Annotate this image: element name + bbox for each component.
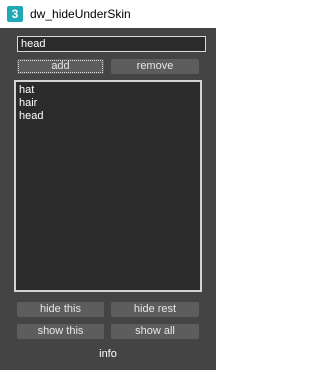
object-name-input[interactable] bbox=[17, 36, 206, 52]
show-all-button[interactable]: show all bbox=[111, 324, 199, 339]
title-bar: 3 dw_hideUnderSkin bbox=[0, 0, 216, 28]
app-icon: 3 bbox=[7, 6, 23, 22]
list-item[interactable]: hair bbox=[18, 97, 198, 110]
window-title: dw_hideUnderSkin bbox=[30, 7, 131, 21]
hide-rest-button[interactable]: hide rest bbox=[111, 302, 199, 317]
list-item[interactable]: hat bbox=[18, 84, 198, 97]
info-label: info bbox=[99, 348, 117, 360]
show-this-button[interactable]: show this bbox=[17, 324, 104, 339]
hide-this-button[interactable]: hide this bbox=[17, 302, 104, 317]
list-item[interactable]: head bbox=[18, 110, 198, 123]
tool-window: 3 dw_hideUnderSkin add remove hat hair h… bbox=[0, 0, 216, 370]
add-button[interactable]: add bbox=[17, 59, 104, 74]
object-listbox[interactable]: hat hair head bbox=[14, 80, 202, 292]
remove-button[interactable]: remove bbox=[111, 59, 199, 74]
